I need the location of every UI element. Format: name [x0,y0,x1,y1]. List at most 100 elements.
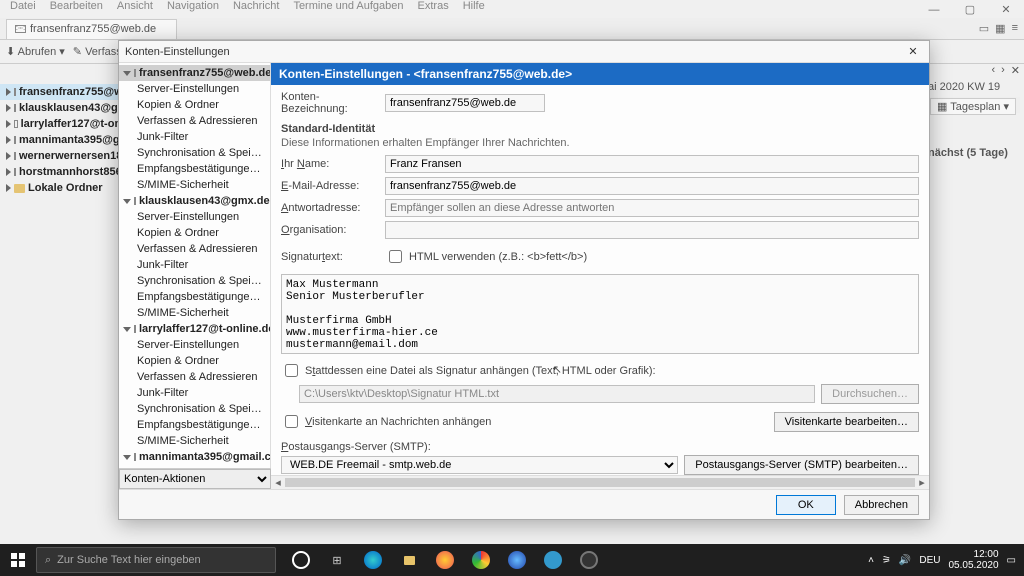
addressbook-icon[interactable]: ▭ [979,22,989,35]
search-placeholder: Zur Suche Text hier eingeben [57,554,201,566]
tree-subitem[interactable]: Kopien & Ordner [119,353,270,369]
get-mail-button[interactable]: ⬇ Abrufen ▾ [6,45,65,58]
menu-nachricht[interactable]: Nachricht [227,0,285,18]
account-actions-dropdown[interactable]: Konten-Aktionen [119,469,271,489]
reply-to-input[interactable] [385,199,919,217]
close-sidebar-icon[interactable]: ✕ [1011,64,1020,77]
calendar-icon[interactable]: ▦ [995,22,1005,35]
language-indicator[interactable]: DEU [919,555,940,566]
tree-subitem[interactable]: Junk-Filter [119,257,270,273]
tree-subitem[interactable]: Synchronisation & Speicherplatz [119,145,270,161]
signature-file-checkbox[interactable] [285,364,298,377]
tree-subitem[interactable]: Junk-Filter [119,385,270,401]
tagesplan-button[interactable]: ▦ Tagesplan ▾ [930,98,1016,115]
obs-icon[interactable] [572,544,606,576]
tree-subitem[interactable]: Synchronisation & Speicherplatz [119,273,270,289]
tree-subitem[interactable]: Verfassen & Adressieren [119,113,270,129]
menu-termine[interactable]: Termine und Aufgaben [287,0,409,18]
tree-subitem[interactable]: Verfassen & Adressieren [119,241,270,257]
menu-datei[interactable]: Datei [4,0,42,18]
app-icon[interactable] [536,544,570,576]
tree-subitem[interactable]: Junk-Filter [119,129,270,145]
html-signature-checkbox[interactable] [389,250,402,263]
envelope-icon [134,197,136,205]
tree-subitem[interactable]: S/MIME-Sicherheit [119,305,270,321]
tree-subitem[interactable]: Server-Einstellungen [119,209,270,225]
menu-extras[interactable]: Extras [412,0,455,18]
account-actions-bar: Konten-Aktionen [119,468,271,489]
dialog-close-button[interactable]: ✕ [903,45,923,58]
menu-hilfe[interactable]: Hilfe [457,0,491,18]
chrome-icon[interactable] [464,544,498,576]
email-label: E-Mail-Adresse: [281,180,379,192]
calendar-date-label: ai 2020 KW 19 [928,81,1020,93]
notifications-icon[interactable]: ▭ [1007,555,1016,566]
volume-icon[interactable]: 🔊 [899,555,911,566]
tree-subitem[interactable]: Empfangsbestätigungen (MDN) [119,417,270,433]
browse-button[interactable]: Durchsuchen… [821,384,919,404]
firefox-icon[interactable] [428,544,462,576]
menu-navigation[interactable]: Navigation [161,0,225,18]
taskbar-apps: ⊞ [284,544,606,576]
windows-icon [11,553,25,567]
scroll-left-icon[interactable]: ◂ [271,476,285,489]
close-button[interactable]: ✕ [988,0,1024,20]
edge-icon[interactable] [356,544,390,576]
tree-subitem[interactable]: Verfassen & Adressieren [119,369,270,385]
tray-chevron-icon[interactable]: ˄ [868,555,874,566]
scroll-right-icon[interactable]: ▸ [915,476,929,489]
tree-subitem[interactable]: S/MIME-Sicherheit [119,433,270,449]
account-name-label: Konten-Bezeichnung: [281,91,379,115]
clock[interactable]: 12:00 05.05.2020 [948,549,998,571]
tree-subitem[interactable]: Kopien & Ordner [119,225,270,241]
your-name-input[interactable] [385,155,919,173]
appmenu-icon[interactable]: ≡ [1012,22,1018,35]
cortana-icon[interactable] [284,544,318,576]
scroll-thumb[interactable] [285,478,915,487]
menu-bearbeiten[interactable]: Bearbeiten [44,0,109,18]
taskbar-search[interactable]: ⌕ Zur Suche Text hier eingeben [36,547,276,573]
tree-subitem[interactable]: S/MIME-Sicherheit [119,177,270,193]
cancel-button[interactable]: Abbrechen [844,495,919,515]
html-signature-label: HTML verwenden (z.B.: <b>fett</b>) [409,251,587,263]
signature-textarea[interactable] [281,274,919,354]
edit-vcard-button[interactable]: Visitenkarte bearbeiten… [774,412,919,432]
prev-icon[interactable]: ‹ [991,64,995,77]
tree-subitem[interactable]: Synchronisation & Speicherplatz [119,401,270,417]
expand-icon [6,120,11,128]
tree-account[interactable]: fransenfranz755@web.de [119,65,270,81]
tree-account[interactable]: larrylaffer127@t-online.de [119,321,270,337]
vcard-label: Visitenkarte an Nachrichten anhängen [305,416,491,428]
minimize-button[interactable]: — [916,0,952,20]
ok-button[interactable]: OK [776,495,836,515]
wifi-icon[interactable]: ⚞ [882,555,891,566]
tree-subitem[interactable]: Server-Einstellungen [119,81,270,97]
thunderbird-icon[interactable] [500,544,534,576]
mail-tab[interactable]: fransenfranz755@web.de [6,19,177,39]
tree-account[interactable]: klausklausen43@gmx.de [119,193,270,209]
next-icon[interactable]: › [1001,64,1005,77]
accounts-tree[interactable]: fransenfranz755@web.deServer-Einstellung… [119,63,271,468]
menu-ansicht[interactable]: Ansicht [111,0,159,18]
organisation-input[interactable] [385,221,919,239]
horizontal-scrollbar[interactable]: ◂ ▸ [271,475,929,489]
tree-account[interactable]: mannimanta395@gmail.com [119,449,270,465]
edit-smtp-button[interactable]: Postausgangs-Server (SMTP) bearbeiten… [684,455,919,475]
standard-identity-heading: Standard-Identität [281,123,919,135]
tree-subitem[interactable]: Kopien & Ordner [119,97,270,113]
expand-icon [6,104,11,112]
taskview-icon[interactable]: ⊞ [320,544,354,576]
account-name-input[interactable] [385,94,545,112]
envelope-icon [134,325,136,333]
tree-subitem[interactable]: Server-Einstellungen [119,337,270,353]
tree-subitem[interactable]: Empfangsbestätigungen (MDN) [119,161,270,177]
account-settings-dialog: Konten-Einstellungen ✕ fransenfranz755@w… [118,40,930,520]
search-icon: ⌕ [45,554,51,567]
email-input[interactable] [385,177,919,195]
smtp-select[interactable]: WEB.DE Freemail - smtp.web.de [281,456,678,474]
tree-subitem[interactable]: Empfangsbestätigungen (MDN) [119,289,270,305]
explorer-icon[interactable] [392,544,426,576]
vcard-checkbox[interactable] [285,415,298,428]
maximize-button[interactable]: ▢ [952,0,988,20]
start-button[interactable] [0,544,36,576]
